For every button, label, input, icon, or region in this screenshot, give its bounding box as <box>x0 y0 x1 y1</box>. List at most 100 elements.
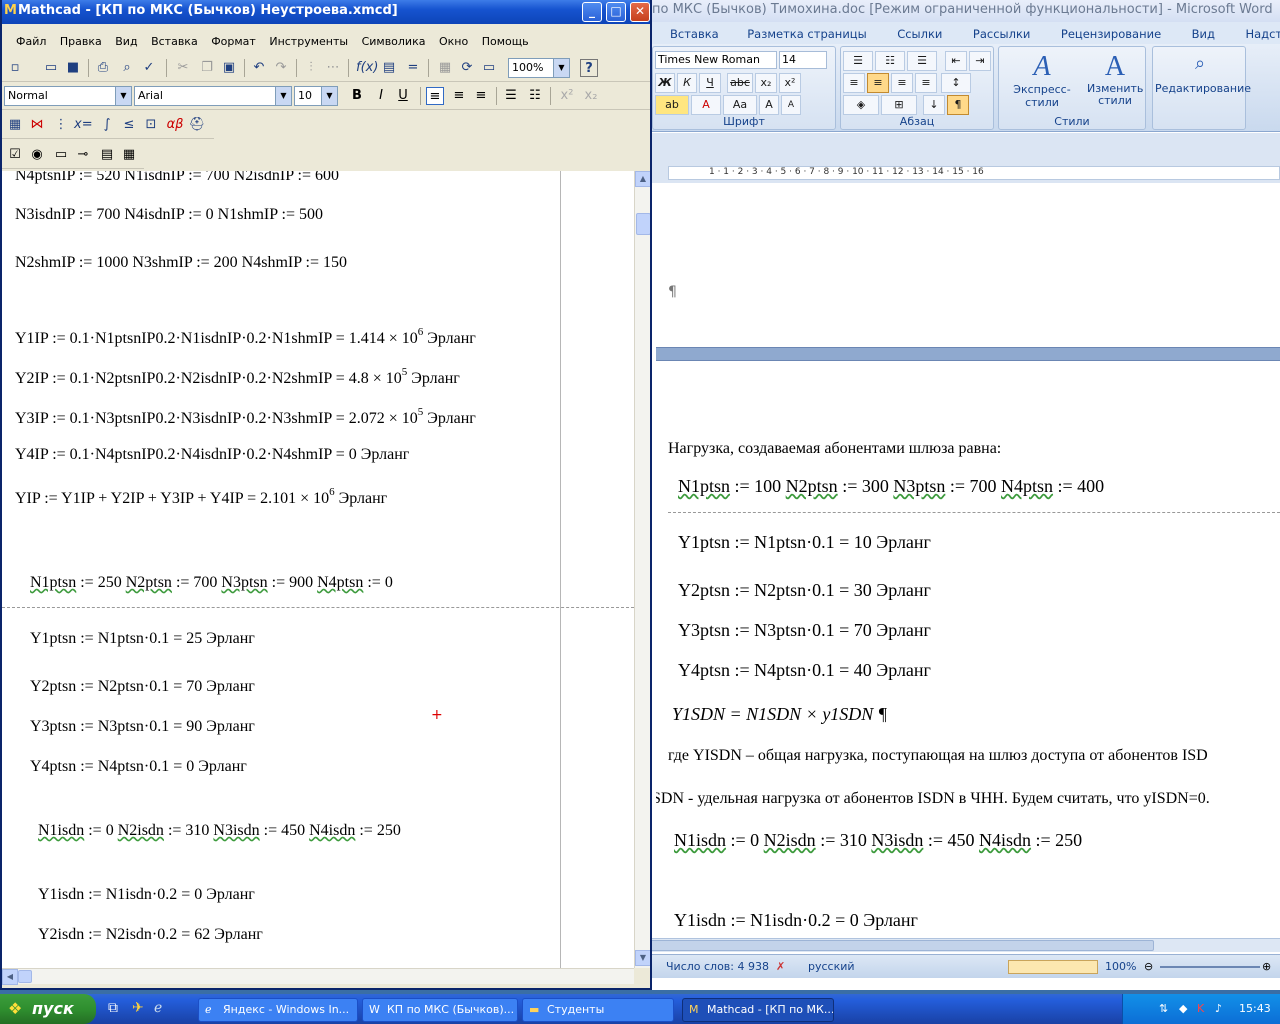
new-icon[interactable]: ▫ <box>6 59 24 77</box>
task-word-doc[interactable]: W КП по МКС (Бычков)... <box>362 998 518 1022</box>
bold-button[interactable]: B <box>348 87 366 105</box>
quicklaunch-media-icon[interactable]: ✈ <box>132 1000 144 1016</box>
align-left-button[interactable]: ≡ <box>843 73 865 93</box>
decrease-indent-button[interactable]: ⇤ <box>945 51 967 71</box>
print-preview-icon[interactable]: ⌕ <box>118 59 136 77</box>
express-styles-button[interactable]: A Экспресс-стили <box>1003 51 1081 111</box>
save-icon[interactable]: ■ <box>64 59 82 77</box>
math-region-y2isdn[interactable]: Y2isdn := N2isdn·0.2 = 62 Эрланг <box>38 926 263 944</box>
menu-help[interactable]: Помощь <box>477 33 534 48</box>
bullets-button[interactable]: ☰ <box>843 51 873 71</box>
cut-icon[interactable]: ✂ <box>174 59 192 77</box>
math-region-3[interactable]: N2shmIP := 1000 N3shmIP := 200 N4shmIP :… <box>15 254 347 272</box>
strikethrough-button[interactable]: abc <box>727 73 753 93</box>
menu-edit[interactable]: Правка <box>55 33 107 48</box>
menu-symbolics[interactable]: Символика <box>357 33 431 48</box>
align-center-button[interactable]: ≡ <box>450 87 468 105</box>
open-icon[interactable]: ▭ <box>42 59 60 77</box>
view-buttons[interactable] <box>1008 960 1098 974</box>
spell-check-icon[interactable]: ✓ <box>140 59 158 77</box>
scroll-up-icon[interactable]: ▲ <box>635 171 650 187</box>
zoom-level[interactable]: 100% <box>1105 960 1136 973</box>
subscript-button[interactable]: x₂ <box>582 87 600 105</box>
boolean-icon[interactable]: ≤ <box>120 116 138 134</box>
menu-format[interactable]: Формат <box>206 33 261 48</box>
radio-icon[interactable]: ◉ <box>28 146 46 164</box>
quicklaunch-ie-icon[interactable]: ℯ <box>154 1000 162 1016</box>
font-size-box[interactable]: 10 ▼ <box>294 86 338 106</box>
shading-button[interactable]: ◈ <box>843 95 879 115</box>
listbox-icon[interactable]: ▦ <box>120 146 138 164</box>
spellcheck-icon[interactable]: ✗ <box>776 960 785 973</box>
math-region-y1ip[interactable]: Y1IP := 0.1·N1ptsnIP0.2·N1isdnIP·0.2·N1s… <box>15 326 476 348</box>
scroll-down-icon[interactable]: ▼ <box>635 950 650 966</box>
task-students-folder[interactable]: ▬ Студенты <box>522 998 674 1022</box>
tab-addins[interactable]: Надстройки <box>1245 22 1280 41</box>
font-color-button[interactable]: A <box>691 95 721 115</box>
print-icon[interactable]: ⎙ <box>94 59 112 77</box>
hyperlink-icon[interactable]: ⟳ <box>458 59 476 77</box>
redo-icon[interactable]: ↷ <box>272 59 290 77</box>
programming-icon[interactable]: ⊡ <box>142 116 160 134</box>
task-yandex[interactable]: ℯ Яндекс - Windows In... <box>198 998 358 1022</box>
math-region-y3ptsn[interactable]: Y3ptsn := N3ptsn·0.1 = 90 Эрланг <box>30 718 255 736</box>
grow-font-button[interactable]: A <box>759 95 779 115</box>
push-button-icon[interactable]: ▭ <box>52 146 70 164</box>
copy-icon[interactable]: ❐ <box>198 59 216 77</box>
font-name-box[interactable]: Times New Roman <box>655 51 777 69</box>
vscroll-thumb[interactable] <box>636 213 650 235</box>
shrink-font-button[interactable]: A <box>781 95 801 115</box>
insert-function-icon[interactable]: f(x) <box>356 59 378 77</box>
menu-view[interactable]: Вид <box>110 33 142 48</box>
align-center-button[interactable]: ≡ <box>867 73 889 93</box>
menu-file[interactable]: Файл <box>2 33 51 48</box>
change-case-button[interactable]: Aa <box>723 95 757 115</box>
numbering-button[interactable]: ☷ <box>875 51 905 71</box>
close-button[interactable]: ✕ <box>630 2 650 22</box>
tab-references[interactable]: Ссылки <box>897 22 942 41</box>
undo-icon[interactable]: ↶ <box>250 59 268 77</box>
font-size-box[interactable]: 14 <box>779 51 827 69</box>
network-icon[interactable]: ⇅ <box>1159 1002 1168 1015</box>
maximize-button[interactable]: □ <box>606 2 626 22</box>
paste-icon[interactable]: ▣ <box>220 59 238 77</box>
menu-tools[interactable]: Инструменты <box>264 33 353 48</box>
mathcad-title-bar[interactable]: M Mathcad - [КП по МКС (Бычков) Неустрое… <box>2 0 650 24</box>
line-spacing-button[interactable]: ↕ <box>941 73 971 93</box>
math-region-1[interactable]: N4ptsnIP := 520 N1isdnIP := 700 N2isdnIP… <box>15 171 339 185</box>
math-region-y2ptsn[interactable]: Y2ptsn := N2ptsn·0.1 = 70 Эрланг <box>30 678 255 696</box>
align-right-button[interactable]: ≡ <box>472 87 490 105</box>
superscript-button[interactable]: x² <box>558 87 576 105</box>
horizontal-ruler[interactable]: 1 · 1 · 2 · 3 · 4 · 5 · 6 · 7 · 8 · 9 · … <box>668 166 1280 180</box>
align-across-icon[interactable]: ⫶ <box>302 59 320 77</box>
resource-center-icon[interactable]: ▭ <box>480 59 498 77</box>
greek-icon[interactable]: αβ <box>166 116 184 134</box>
start-button[interactable]: ❖ пуск <box>0 994 96 1024</box>
show-marks-button[interactable]: ¶ <box>947 95 969 115</box>
zoom-slider[interactable] <box>1160 966 1260 968</box>
word-document-page[interactable]: ¶ Нагрузка, создаваемая абонентами шлюза… <box>656 184 1280 932</box>
math-region-y4ptsn[interactable]: Y4ptsn := N4ptsn·0.1 = 0 Эрланг <box>30 758 247 776</box>
math-region-y3ip[interactable]: Y3IP := 0.1·N3ptsnIP0.2·N3isdnIP·0.2·N3s… <box>15 406 476 428</box>
tab-insert[interactable]: Вставка <box>670 22 719 41</box>
word-horizontal-scrollbar[interactable] <box>650 938 1280 952</box>
word-count[interactable]: Число слов: 4 938 <box>666 960 769 973</box>
component-icon[interactable]: ▦ <box>436 59 454 77</box>
change-styles-button[interactable]: A Изменить стили <box>1087 51 1143 111</box>
tab-page-layout[interactable]: Разметка страницы <box>747 22 866 41</box>
matrix-icon[interactable]: ⋮ <box>52 116 70 134</box>
antivirus-icon[interactable]: K <box>1197 1002 1204 1015</box>
math-region-yip[interactable]: YIP := Y1IP + Y2IP + Y3IP + Y4IP = 2.101… <box>15 486 387 508</box>
checkbox-icon[interactable]: ☑ <box>6 146 24 164</box>
math-region-y1ptsn[interactable]: Y1ptsn := N1ptsn·0.1 = 25 Эрланг <box>30 630 255 648</box>
math-region-y2ip[interactable]: Y2IP := 0.1·N2ptsnIP0.2·N2isdnIP·0.2·N2s… <box>15 366 460 388</box>
evaluation-icon[interactable]: x= <box>74 116 93 134</box>
help-icon[interactable]: ? <box>580 59 598 77</box>
style-box[interactable]: Normal ▼ <box>4 86 132 106</box>
superscript-button[interactable]: x² <box>779 73 801 93</box>
math-region-nisdn[interactable]: N1isdn := 0 N2isdn := 310 N3isdn := 450 … <box>38 822 401 840</box>
volume-icon[interactable]: ♪ <box>1215 1002 1222 1015</box>
highlight-button[interactable]: ab <box>655 95 689 115</box>
math-region-2[interactable]: N3isdnIP := 700 N4isdnIP := 0 N1shmIP :=… <box>15 206 323 224</box>
bullets-button[interactable]: ☰ <box>502 87 520 105</box>
